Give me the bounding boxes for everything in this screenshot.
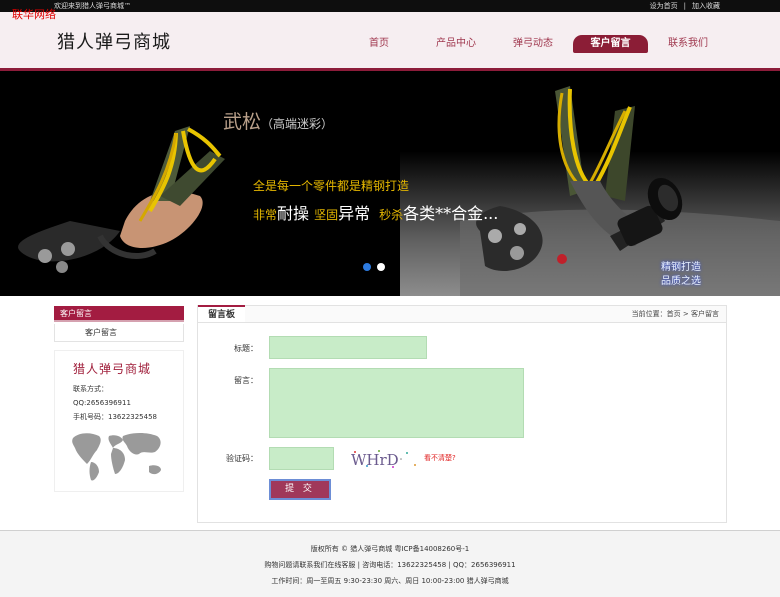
world-map-icon — [72, 433, 161, 481]
banner-subtitle: （高端迷彩） — [261, 117, 334, 131]
panel-header: 留言板 当前位置：首页 > 客户留言 — [198, 305, 726, 323]
nav-guestbook[interactable]: 客户留言 — [573, 35, 648, 53]
nav-contact[interactable]: 联系我们 — [660, 35, 716, 53]
panel-title: 留言板 — [198, 305, 246, 322]
contact-phone: 手机号码：13622325458 — [73, 413, 157, 421]
slingshot-left-image — [18, 126, 225, 273]
submit-button[interactable]: 提 交 — [269, 479, 331, 500]
guestbook-panel: 留言板 当前位置：首页 > 客户留言 标题： 留言： 验证码： WHrD 看不清… — [197, 305, 727, 523]
sidebar-item-guestbook[interactable]: 客户留言 — [54, 324, 184, 342]
top-links: 设为首页 | 加入收藏 — [649, 2, 720, 10]
site-footer: 版权所有 © 猎人弹弓商城 粤ICP备14008260号-1 购物问题请联系我们… — [0, 531, 780, 597]
contact-box: 猎人弹弓商城 联系方式： QQ:2656396911 手机号码：13622325… — [54, 350, 184, 492]
site-header: 猎人弹弓商城 首页 产品中心 弹弓动态 客户留言 联系我们 — [0, 12, 780, 68]
footer-copyright: 版权所有 © 猎人弹弓商城 粤ICP备14008260号-1 — [310, 545, 470, 553]
hero-banner: 武松（高端迷彩） 全是每一个零件都是精钢打造 非常耐操 坚固异常 秒杀各类**合… — [0, 71, 780, 296]
set-homepage-link[interactable]: 设为首页 — [650, 2, 678, 10]
main-nav: 首页 产品中心 弹弓动态 客户留言 联系我们 — [0, 35, 780, 53]
captcha-input[interactable] — [269, 447, 334, 470]
contact-title: 猎人弹弓商城 — [73, 362, 152, 376]
message-label: 留言： — [234, 376, 258, 385]
captcha-text: WHrD — [351, 451, 399, 469]
add-favorite-link[interactable]: 加入收藏 — [692, 2, 720, 10]
footer-contact: 购物问题请联系我们在线客服 | 咨询电话：13622325458 | QQ：26… — [264, 561, 516, 569]
captcha-label: 验证码： — [226, 454, 258, 463]
banner-badge: 精钢打造 品质之选 — [661, 262, 701, 287]
breadcrumb: 当前位置：首页 > 客户留言 — [631, 310, 719, 318]
message-textarea[interactable] — [269, 368, 524, 438]
watermark: 联华网络 — [12, 8, 56, 21]
welcome-text: 欢迎来到猎人弹弓商城™ — [54, 2, 131, 10]
slider-dot-1[interactable] — [363, 263, 371, 271]
title-label: 标题： — [234, 344, 258, 353]
title-input[interactable] — [269, 336, 427, 359]
slingshot-right-image — [460, 86, 780, 296]
top-bar: 欢迎来到猎人弹弓商城™ 设为首页 | 加入收藏 — [0, 0, 780, 12]
nav-home[interactable]: 首页 — [360, 35, 398, 53]
sidebar-heading: 客户留言 — [54, 306, 184, 322]
captcha-image[interactable]: WHrD — [349, 448, 421, 470]
nav-products[interactable]: 产品中心 — [428, 35, 484, 53]
contact-qq: QQ:2656396911 — [73, 399, 131, 407]
banner-slogan: 非常耐操 坚固异常 秒杀各类**合金... — [253, 204, 499, 223]
banner-title: 武松（高端迷彩） — [223, 111, 334, 133]
nav-news[interactable]: 弹弓动态 — [505, 35, 561, 53]
contact-label: 联系方式： — [73, 385, 108, 393]
footer-hours: 工作时间：周一至周五 9:30-23:30 周六、周日 10:00-23:00 … — [271, 577, 509, 585]
refresh-captcha-link[interactable]: 看不清楚? — [424, 453, 456, 463]
slider-dots — [363, 263, 391, 274]
slider-dot-2[interactable] — [377, 263, 385, 271]
banner-tagline: 全是每一个零件都是精钢打造 — [253, 179, 410, 193]
